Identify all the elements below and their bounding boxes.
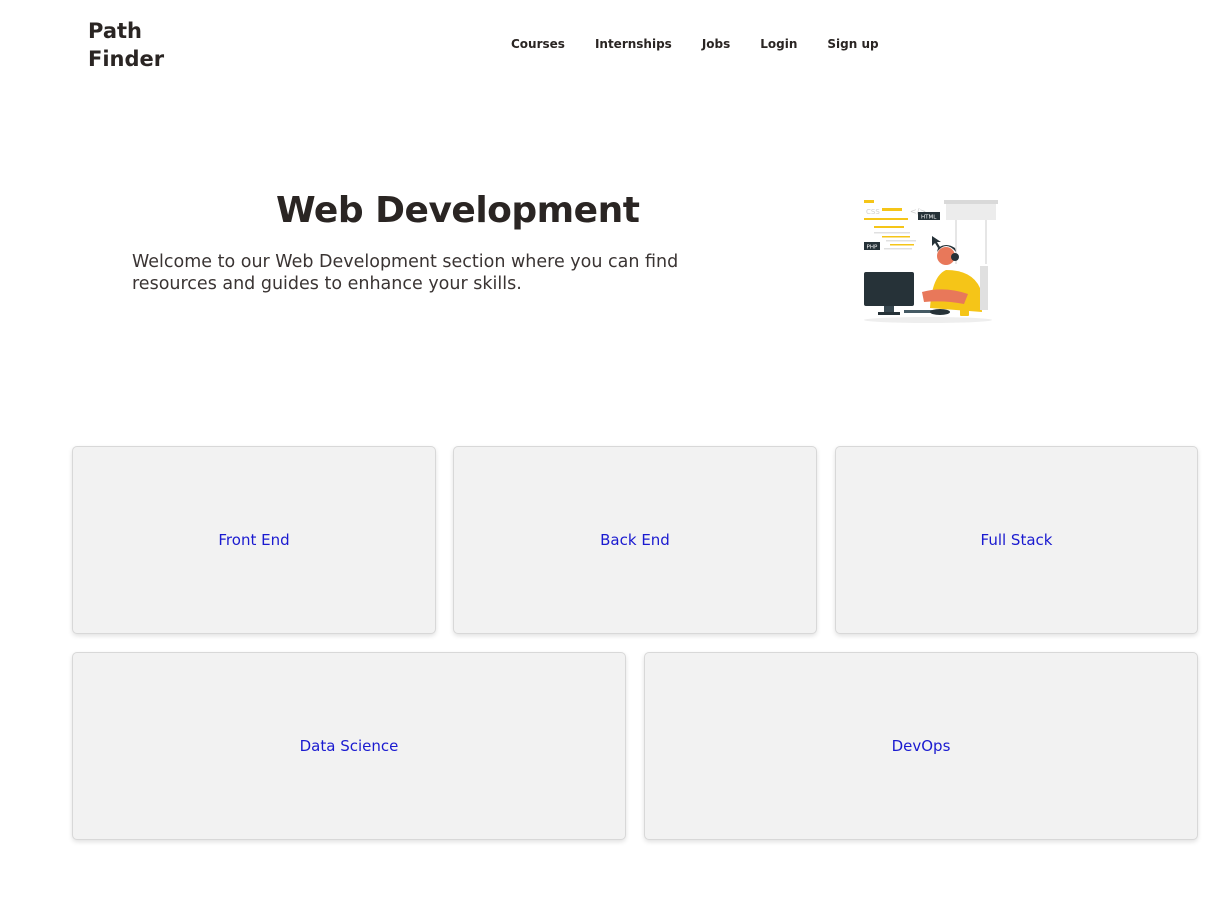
nav-login[interactable]: Login [760,37,797,51]
brand-line-1: Path [88,19,142,43]
css-label: CSS [866,208,880,216]
card-full-stack-label: Full Stack [980,531,1053,549]
card-devops-label: DevOps [891,737,951,755]
card-front-end-label: Front End [218,531,290,549]
web-developer-illustration: CSS </> HTML PHP [864,200,998,323]
hero-description: Welcome to our Web Development section w… [132,252,679,294]
html-badge-label: HTML [921,215,937,221]
card-back-end[interactable]: Back End [453,446,817,634]
card-data-science-label: Data Science [299,737,399,755]
top-nav: Courses Internships Jobs Login Sign up [511,37,879,51]
php-badge-label: PHP [867,245,878,251]
card-back-end-label: Back End [600,531,670,549]
page-title: Web Development [276,190,640,231]
card-front-end[interactable]: Front End [72,446,436,634]
card-data-science[interactable]: Data Science [72,652,626,840]
brand-logo[interactable]: Path Finder [88,17,178,73]
card-devops[interactable]: DevOps [644,652,1198,840]
nav-internships[interactable]: Internships [595,37,672,51]
card-full-stack[interactable]: Full Stack [835,446,1198,634]
nav-jobs[interactable]: Jobs [702,37,730,51]
brand-line-2: Finder [88,47,165,71]
nav-courses[interactable]: Courses [511,37,565,51]
nav-signup[interactable]: Sign up [827,37,878,51]
